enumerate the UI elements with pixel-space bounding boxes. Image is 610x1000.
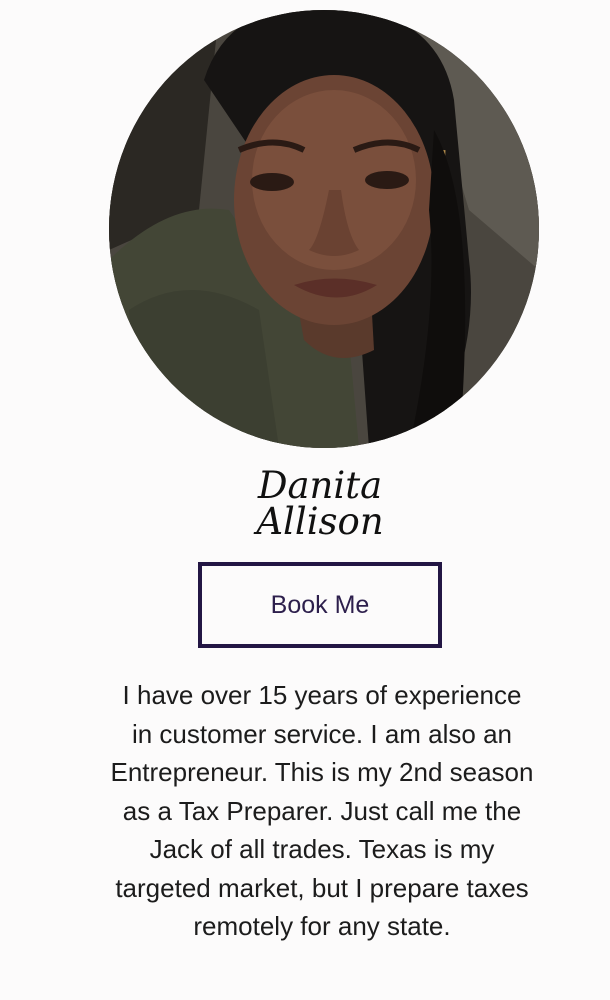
bio-line: targeted market, but I prepare taxes xyxy=(115,872,529,903)
book-me-button[interactable]: Book Me xyxy=(198,562,442,648)
bio-text: I have over 15 years of experience in cu… xyxy=(50,676,594,946)
bio-line: as a Tax Preparer. Just call me the xyxy=(122,795,522,826)
bio-line: I have over 15 years of experience xyxy=(122,680,522,710)
last-name: Allison xyxy=(256,500,384,543)
bio-line: Jack of all trades. Texas is my xyxy=(149,834,495,864)
profile-name: Danita Allison xyxy=(0,464,610,543)
bio-line: remotely for any state. xyxy=(193,911,451,941)
portrait-image xyxy=(109,10,539,448)
bio-line: in customer service. I am also an xyxy=(131,718,513,749)
profile-photo xyxy=(109,10,539,448)
first-name: Danita xyxy=(257,464,383,507)
bio-line: Entrepreneur. This is my 2nd season xyxy=(110,757,534,787)
